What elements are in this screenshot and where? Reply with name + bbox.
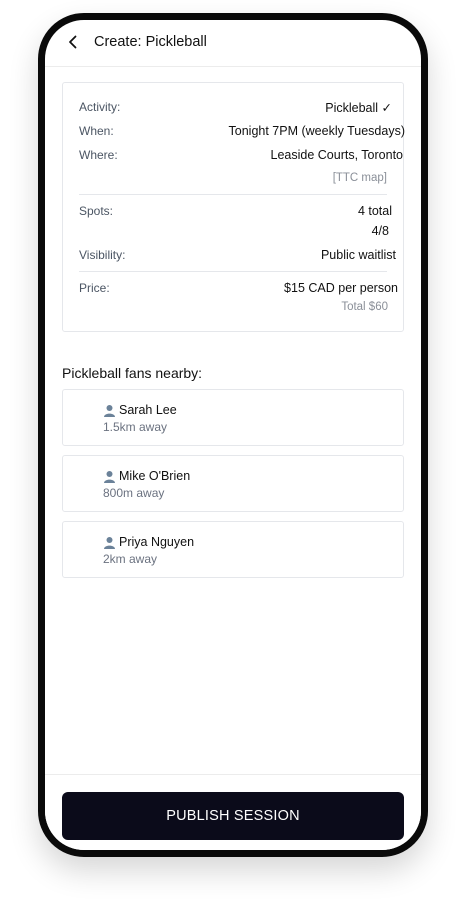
list-item[interactable]: Sarah Lee 1.5km away bbox=[62, 389, 404, 446]
list-item[interactable]: Priya Nguyen 2km away bbox=[62, 521, 404, 578]
person-distance: 800m away bbox=[103, 486, 165, 500]
divider bbox=[79, 194, 387, 195]
person-icon bbox=[104, 405, 115, 417]
person-distance: 1.5km away bbox=[103, 420, 168, 434]
person-icon bbox=[104, 471, 115, 483]
visibility-value: Public waitlist bbox=[320, 248, 396, 262]
chevron-left-icon bbox=[69, 35, 77, 49]
person-name: Mike O'Brien bbox=[119, 469, 191, 483]
top-bar: Create: Pickleball bbox=[45, 20, 421, 67]
where-value: Leaside Courts, Toronto bbox=[270, 148, 404, 162]
bottom-action-bar: PUBLISH SESSION bbox=[45, 774, 421, 850]
session-summary-card: Activity: Pickleball ✓ When: Tonight 7PM… bbox=[62, 82, 405, 332]
page-title: Create: Pickleball bbox=[94, 34, 207, 50]
price-label: Price: bbox=[79, 281, 110, 295]
publish-session-button[interactable]: PUBLISH SESSION bbox=[62, 792, 404, 840]
nearby-section-title: Pickleball fans nearby: bbox=[62, 365, 203, 381]
visibility-label: Visibility: bbox=[79, 248, 126, 262]
price-total: Total $60 bbox=[341, 301, 388, 313]
list-item[interactable]: Mike O'Brien 800m away bbox=[62, 455, 404, 512]
person-icon bbox=[104, 537, 115, 549]
spots-label: Spots: bbox=[79, 204, 114, 218]
spots-filled: 4/8 bbox=[371, 224, 389, 238]
divider bbox=[79, 271, 387, 272]
person-name: Sarah Lee bbox=[119, 403, 177, 417]
when-value: Tonight 7PM (weekly Tuesdays) bbox=[228, 124, 405, 138]
person-distance: 2km away bbox=[103, 552, 158, 566]
person-name: Priya Nguyen bbox=[119, 535, 195, 549]
activity-label: Activity: bbox=[79, 100, 121, 114]
spots-value: 4 total bbox=[357, 204, 392, 218]
where-label: Where: bbox=[79, 148, 118, 162]
phone-frame: Create: Pickleball Activity: Pickleball … bbox=[38, 13, 428, 857]
price-value: $15 CAD per person bbox=[284, 281, 398, 295]
ttc-map-link[interactable]: [TTC map] bbox=[333, 172, 387, 184]
when-label: When: bbox=[79, 124, 114, 138]
activity-value: Pickleball ✓ bbox=[325, 101, 392, 115]
back-button[interactable] bbox=[65, 34, 81, 50]
